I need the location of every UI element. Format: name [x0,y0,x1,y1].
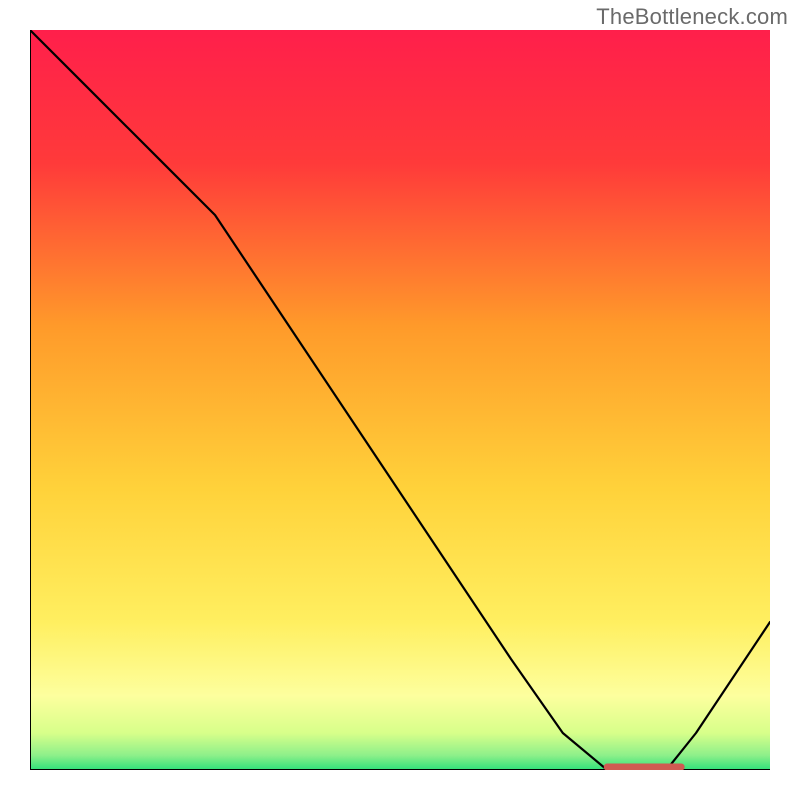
bottleneck-chart [30,30,770,770]
chart-container: { "watermark": { "text": "TheBottleneck.… [0,0,800,800]
watermark-text: TheBottleneck.com [596,4,788,30]
plot-area [30,30,770,770]
